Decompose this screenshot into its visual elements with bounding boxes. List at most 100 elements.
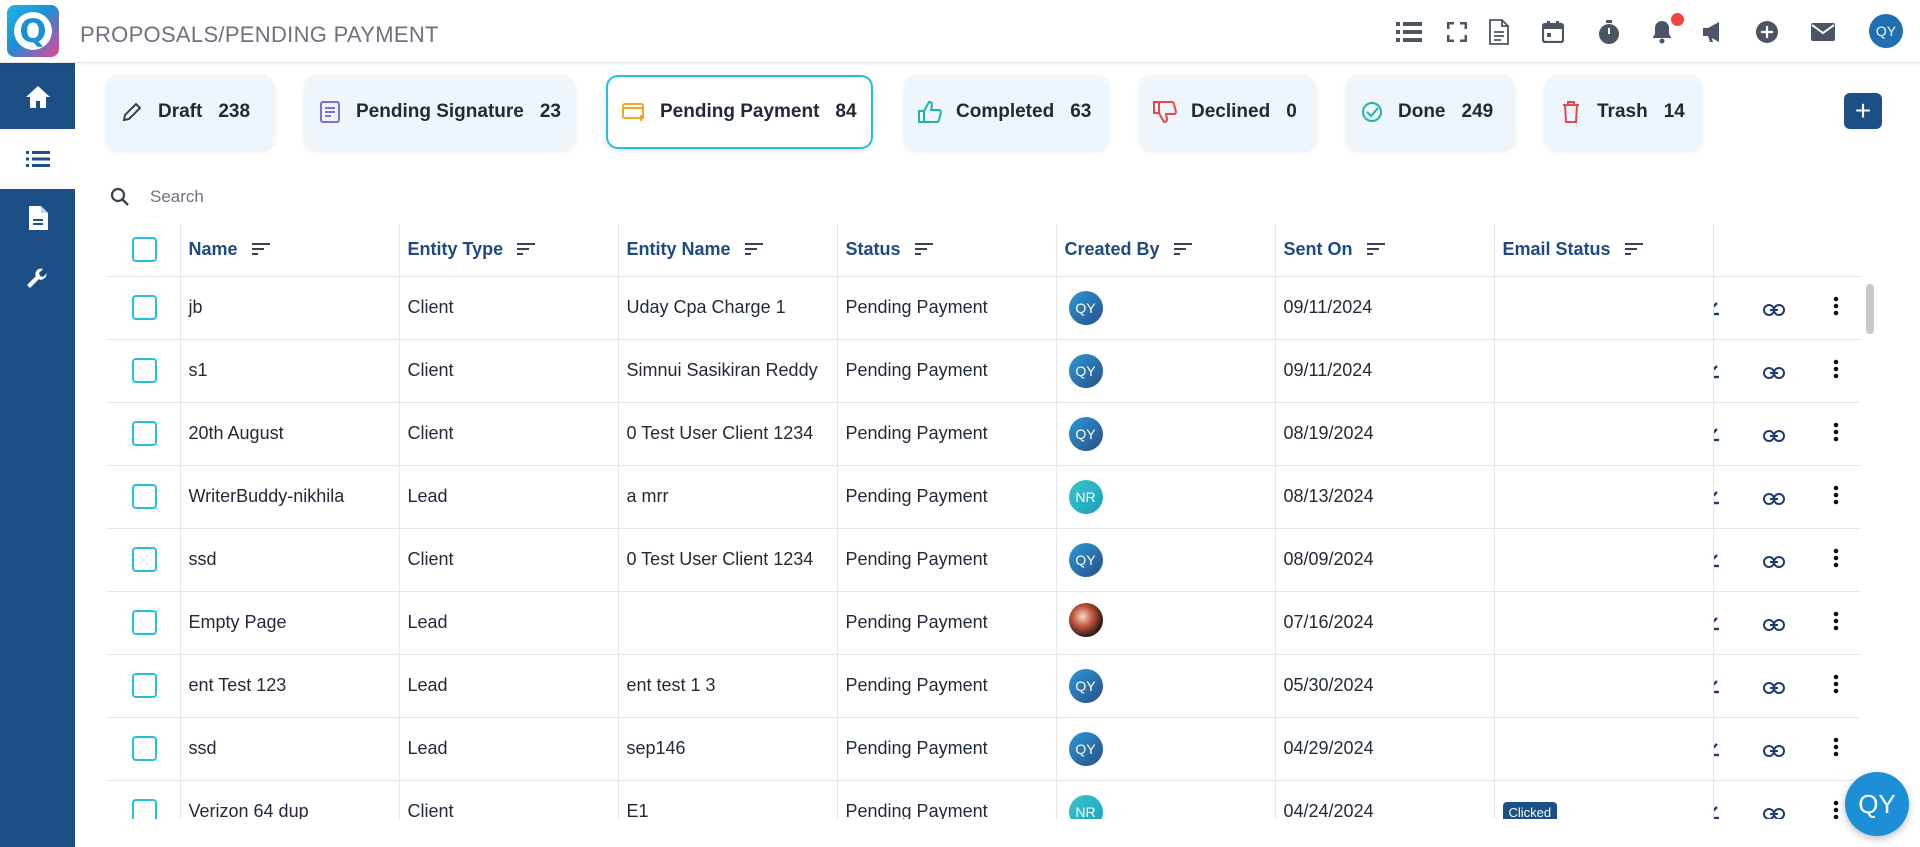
tab-pending-signature[interactable]: Pending Signature 23 — [304, 75, 575, 149]
download-icon[interactable] — [1713, 355, 1726, 383]
megaphone-icon[interactable] — [1699, 18, 1727, 46]
download-icon[interactable] — [1713, 607, 1726, 635]
tab-label: Done — [1398, 101, 1446, 122]
cell-name[interactable]: jb — [180, 276, 400, 340]
sidebar-item-documents[interactable] — [0, 188, 75, 248]
more-options-icon[interactable] — [1822, 544, 1850, 572]
table-row[interactable]: ssd Lead sep146 Pending Payment QY 04/29/2024 — [106, 717, 1861, 781]
sort-icon[interactable] — [1173, 240, 1192, 261]
add-proposal-button[interactable]: + — [1844, 93, 1882, 129]
list-view-icon[interactable] — [1395, 18, 1423, 46]
download-icon[interactable] — [1713, 418, 1726, 446]
calendar-icon[interactable] — [1539, 18, 1567, 46]
column-header-sent-on[interactable]: Sent On — [1275, 224, 1495, 277]
sort-icon[interactable] — [1366, 240, 1385, 261]
sort-icon[interactable] — [251, 240, 270, 261]
sort-icon[interactable] — [744, 240, 763, 261]
column-header-name[interactable]: Name — [180, 224, 400, 277]
sort-icon[interactable] — [914, 240, 933, 261]
column-header-email-status[interactable]: Email Status — [1494, 224, 1714, 277]
document-icon[interactable] — [1485, 18, 1513, 46]
app-logo[interactable]: Q — [7, 5, 59, 57]
column-header-created-by[interactable]: Created By — [1056, 224, 1276, 277]
tab-trash[interactable]: Trash 14 — [1545, 75, 1702, 149]
cell-name[interactable]: ssd — [180, 528, 400, 592]
table-row[interactable]: s1 Client Simnui Sasikiran Reddy Pending Pa… — [106, 339, 1861, 403]
mail-icon[interactable] — [1809, 18, 1837, 46]
tab-done[interactable]: Done 249 — [1346, 75, 1515, 149]
download-icon[interactable] — [1713, 481, 1726, 509]
link-icon[interactable] — [1760, 674, 1788, 702]
cell-name[interactable]: ent Test 123 — [180, 654, 400, 718]
row-checkbox[interactable] — [132, 673, 157, 698]
cell-created-by — [1056, 591, 1276, 655]
row-checkbox[interactable] — [132, 799, 157, 819]
link-icon[interactable] — [1760, 422, 1788, 450]
row-checkbox[interactable] — [132, 421, 157, 446]
tab-declined[interactable]: Declined 0 — [1139, 75, 1316, 149]
cell-name[interactable]: s1 — [180, 339, 400, 403]
sort-icon[interactable] — [1624, 240, 1643, 261]
cell-name[interactable]: Verizon 64 dup — [180, 780, 400, 819]
more-options-icon[interactable] — [1822, 355, 1850, 383]
table-row[interactable]: ent Test 123 Lead ent test 1 3 Pending Paym… — [106, 654, 1861, 718]
tab-draft[interactable]: Draft 238 — [106, 75, 274, 149]
link-icon[interactable] — [1760, 296, 1788, 324]
row-checkbox[interactable] — [132, 358, 157, 383]
table-row[interactable]: 20th August Client 0 Test User Client 1234… — [106, 402, 1861, 466]
row-checkbox[interactable] — [132, 547, 157, 572]
sidebar-item-settings[interactable] — [0, 250, 75, 310]
sidebar-item-home[interactable] — [0, 67, 75, 127]
cell-name[interactable]: ssd — [180, 717, 400, 781]
timer-icon[interactable] — [1595, 18, 1623, 46]
notification-dot — [1671, 13, 1684, 26]
column-header-status[interactable]: Status — [837, 224, 1057, 277]
table-row[interactable]: WriterBuddy-nikhila Lead a mrr Pending Paym… — [106, 465, 1861, 529]
row-checkbox[interactable] — [132, 295, 157, 320]
search-input[interactable] — [150, 187, 750, 207]
link-icon[interactable] — [1760, 611, 1788, 639]
cell-status: Pending Payment — [837, 276, 1057, 340]
row-checkbox[interactable] — [132, 484, 157, 509]
download-icon[interactable] — [1713, 292, 1726, 320]
cell-created-by: QY — [1056, 276, 1276, 340]
more-options-icon[interactable] — [1822, 607, 1850, 635]
more-options-icon[interactable] — [1822, 292, 1850, 320]
more-options-icon[interactable] — [1822, 733, 1850, 761]
table-row[interactable]: jb Client Uday Cpa Charge 1 Pending Payment… — [106, 276, 1861, 340]
select-all-checkbox[interactable] — [132, 237, 157, 263]
download-icon[interactable] — [1713, 796, 1726, 820]
more-options-icon[interactable] — [1822, 670, 1850, 698]
download-icon[interactable] — [1713, 733, 1726, 761]
add-circle-icon[interactable] — [1753, 18, 1781, 46]
chat-fab-button[interactable]: QY — [1845, 772, 1909, 836]
cell-name[interactable]: Empty Page — [180, 591, 400, 655]
link-icon[interactable] — [1760, 359, 1788, 387]
table-row[interactable]: Empty Page Lead Pending Payment 07/16/2024 — [106, 591, 1861, 655]
sidebar-item-proposals[interactable] — [0, 129, 75, 189]
column-header-entity-type[interactable]: Entity Type — [399, 224, 619, 277]
tab-completed[interactable]: Completed 63 — [904, 75, 1109, 149]
download-icon[interactable] — [1713, 670, 1726, 698]
user-avatar[interactable]: QY — [1869, 14, 1903, 48]
download-icon[interactable] — [1713, 544, 1726, 572]
table-scrollbar[interactable] — [1866, 284, 1874, 334]
search-bar — [106, 180, 1842, 214]
tab-pending-payment[interactable]: Pending Payment 84 — [606, 75, 873, 149]
row-checkbox[interactable] — [132, 736, 157, 761]
more-options-icon[interactable] — [1822, 418, 1850, 446]
notifications-bell-icon[interactable] — [1648, 13, 1684, 46]
table-row[interactable]: ssd Client 0 Test User Client 1234 Pending … — [106, 528, 1861, 592]
fullscreen-icon[interactable] — [1443, 18, 1471, 46]
row-checkbox[interactable] — [132, 610, 157, 635]
link-icon[interactable] — [1760, 800, 1788, 819]
link-icon[interactable] — [1760, 548, 1788, 576]
table-row[interactable]: Verizon 64 dup Client E1 Pending Payment NR 0… — [106, 780, 1861, 819]
cell-name[interactable]: WriterBuddy-nikhila — [180, 465, 400, 529]
more-options-icon[interactable] — [1822, 481, 1850, 509]
link-icon[interactable] — [1760, 737, 1788, 765]
cell-name[interactable]: 20th August — [180, 402, 400, 466]
link-icon[interactable] — [1760, 485, 1788, 513]
sort-icon[interactable] — [517, 240, 536, 261]
column-header-entity-name[interactable]: Entity Name — [618, 224, 838, 277]
